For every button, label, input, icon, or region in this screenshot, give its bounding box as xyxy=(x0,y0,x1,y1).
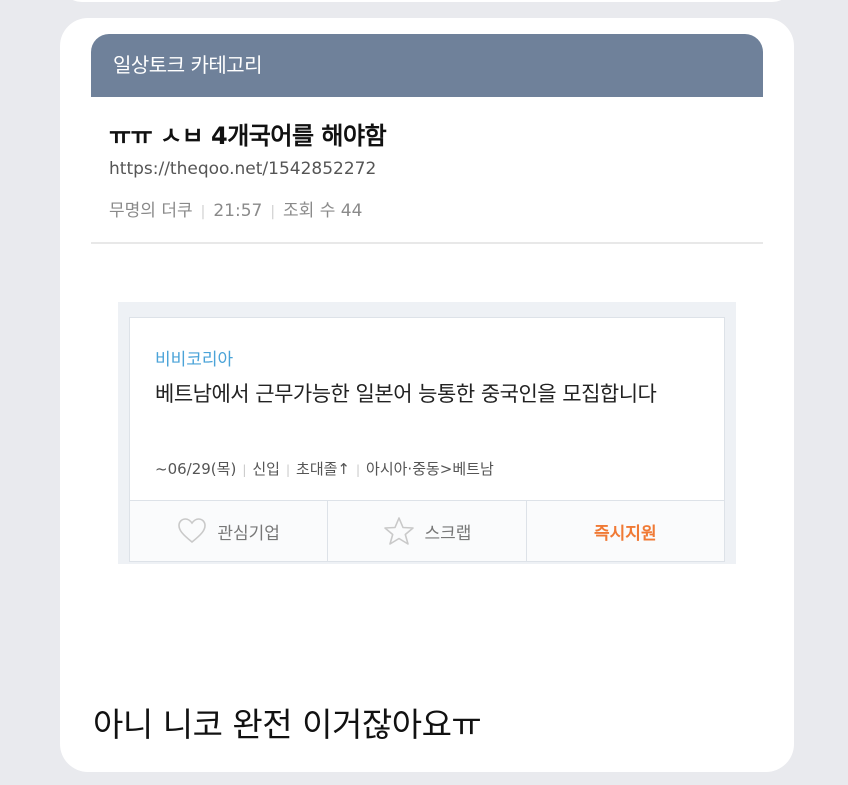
message-text: 아니 니코 완전 이거잖아요ㅠ xyxy=(93,705,482,744)
scrap-button[interactable]: 스크랩 xyxy=(328,501,527,561)
job-actions: 관심기업 스크랩 즉시지원 xyxy=(130,500,724,561)
shared-post-screenshot[interactable]: 일상토크 카테고리 ㅠㅠ ㅅㅂ 4개국어를 해야함 https://theqoo… xyxy=(91,34,763,594)
post-url[interactable]: https://theqoo.net/1542852272 xyxy=(109,159,376,179)
job-title[interactable]: 베트남에서 근무가능한 일본어 능통한 중국인을 모집합니다 xyxy=(155,378,715,411)
meta-separator: | xyxy=(285,463,291,477)
interest-company-label: 관심기업 xyxy=(217,523,280,544)
divider xyxy=(91,242,763,244)
job-posting-card: 비비코리아 베트남에서 근무가능한 일본어 능통한 중국인을 모집합니다 ~06… xyxy=(118,296,736,564)
interest-company-button[interactable]: 관심기업 xyxy=(130,501,329,561)
apply-now-label: 즉시지원 xyxy=(594,523,657,544)
job-posting-content[interactable]: 비비코리아 베트남에서 근무가능한 일본어 능통한 중국인을 모집합니다 ~06… xyxy=(129,317,725,562)
meta-separator: | xyxy=(242,463,247,477)
job-meta: ~06/29(목) | 신입 | 초대졸↑ | 아시아·중동>베트남 xyxy=(155,458,494,479)
job-education: 초대졸↑ xyxy=(296,460,350,478)
post-meta: 무명의 더쿠 | 21:57 | 조회 수 44 xyxy=(109,196,362,221)
post-author: 무명의 더쿠 xyxy=(109,201,193,221)
scrap-label: 스크랩 xyxy=(424,523,472,544)
post-views: 조회 수 44 xyxy=(283,201,363,221)
star-icon xyxy=(383,517,414,545)
job-card-top-edge xyxy=(118,296,736,302)
heart-icon xyxy=(178,518,207,544)
previous-message-bubble xyxy=(60,0,794,2)
message-bubble: 일상토크 카테고리 ㅠㅠ ㅅㅂ 4개국어를 해야함 https://theqoo… xyxy=(60,18,794,772)
meta-separator: | xyxy=(200,204,206,220)
company-name[interactable]: 비비코리아 xyxy=(155,345,233,370)
job-career: 신입 xyxy=(252,460,280,478)
job-location: 아시아·중동>베트남 xyxy=(366,460,494,478)
post-time: 21:57 xyxy=(213,201,263,221)
meta-separator: | xyxy=(270,204,276,220)
meta-separator: | xyxy=(355,463,361,477)
post-category-header: 일상토크 카테고리 xyxy=(91,34,763,97)
post-title[interactable]: ㅠㅠ ㅅㅂ 4개국어를 해야함 xyxy=(109,116,387,151)
apply-now-button[interactable]: 즉시지원 xyxy=(527,501,724,561)
job-deadline: ~06/29(목) xyxy=(155,460,237,478)
